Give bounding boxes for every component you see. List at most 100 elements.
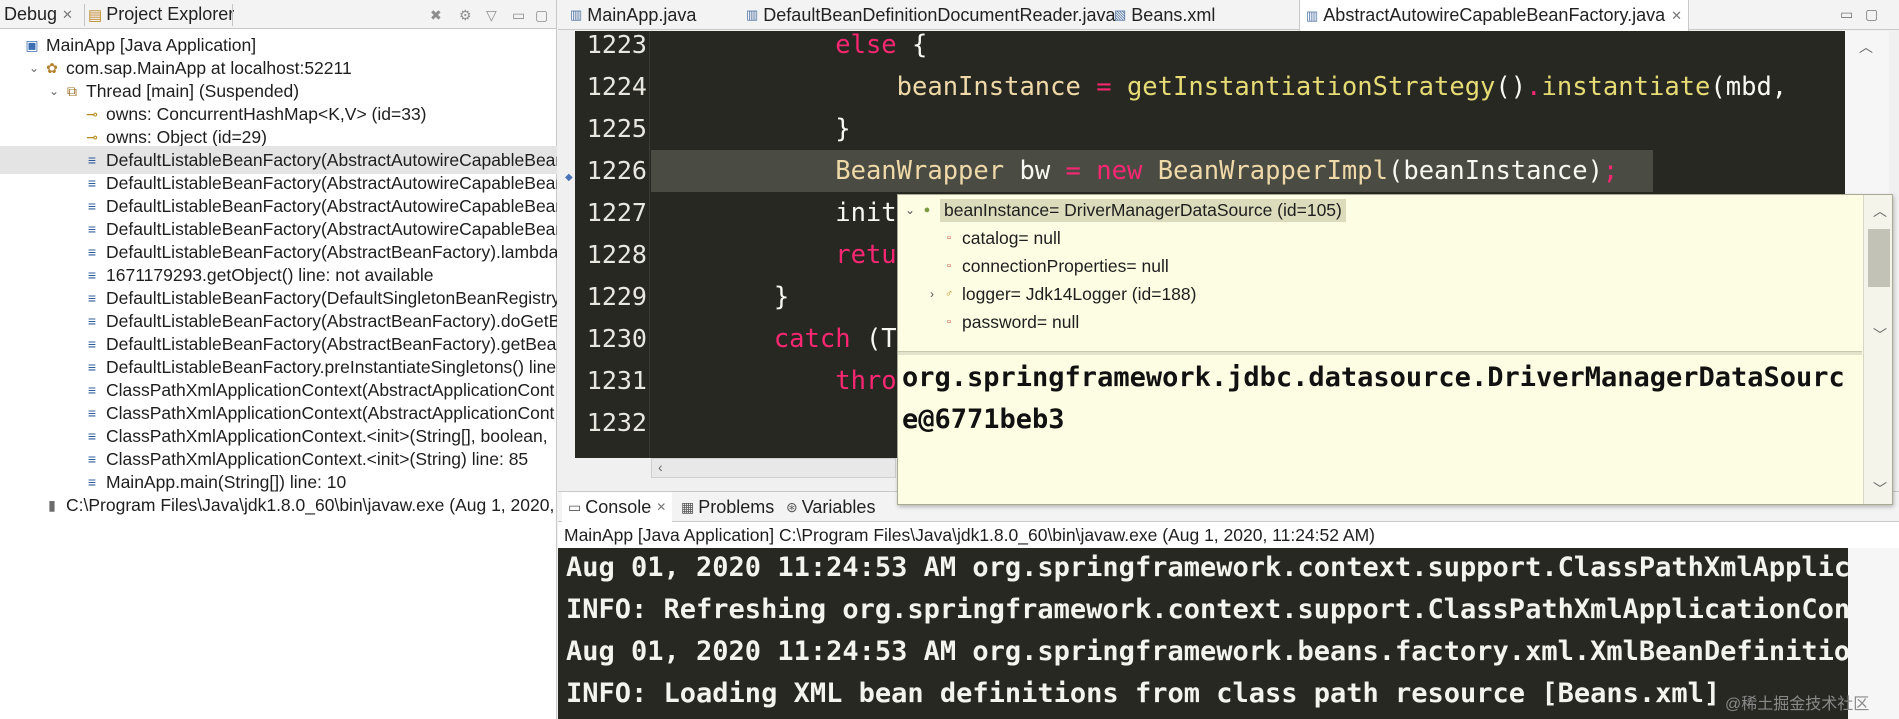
- tab-editor-file[interactable]: ▥ MainApp.java: [564, 0, 702, 30]
- tab-console[interactable]: ▭ Console ✕: [562, 492, 673, 522]
- popup-variable-row[interactable]: › ♂ logger= Jdk14Logger (id=188): [898, 280, 1196, 308]
- tab-separator: [84, 4, 85, 26]
- code-token: new: [1096, 156, 1143, 186]
- code-token: =: [1096, 72, 1112, 102]
- code-token: (): [1495, 72, 1527, 102]
- close-icon[interactable]: ✕: [1671, 8, 1682, 24]
- code-token: }: [651, 282, 790, 312]
- code-token: beanInstance: [896, 72, 1081, 102]
- debug-tree-row-label: ClassPathXmlApplicationContext.<init>(St…: [106, 448, 529, 469]
- stack-frame-icon: ≡: [87, 313, 97, 329]
- tab-debug-label: Debug: [4, 4, 58, 24]
- tab-editor-file-label: DefaultBeanDefinitionDocumentReader.java: [763, 4, 1116, 25]
- debug-panel-tabbar: Debug ✕ ▤ Project Explorer ✖ ⚙ ▽ ▭ ▢: [0, 0, 556, 29]
- problems-icon: ▦: [681, 498, 695, 515]
- line-number: 1223: [586, 31, 647, 59]
- tab-variables[interactable]: ⊛ Variables: [780, 492, 881, 522]
- console-process-label: MainApp [Java Application] C:\Program Fi…: [558, 522, 1899, 548]
- code-line: catch (T: [651, 318, 897, 360]
- instruction-pointer-icon: ◆: [565, 172, 573, 183]
- debug-tree-row-label: DefaultListableBeanFactory(AbstractBeanF…: [106, 241, 557, 262]
- maximize-icon[interactable]: ▢: [535, 7, 548, 24]
- tab-project-explorer-label: Project Explorer: [106, 4, 235, 24]
- popup-variable-label: password= null: [962, 311, 1080, 332]
- chevron-up-icon[interactable]: ︿: [1873, 201, 1887, 221]
- stack-frame-icon: ≡: [87, 267, 97, 283]
- popup-variable-row[interactable]: ▫ password= null: [898, 308, 1079, 336]
- minimize-icon[interactable]: ▭: [1840, 6, 1853, 23]
- debug-tree-row-label: 1671179293.getObject() line: not availab…: [106, 264, 434, 285]
- line-number: 1225: [586, 114, 647, 143]
- code-token: (beanInstance): [1387, 156, 1603, 186]
- popup-sash[interactable]: [898, 351, 1862, 355]
- tab-editor-file[interactable]: ▧ Beans.xml: [1108, 0, 1221, 30]
- line-number-gutter: 1223 1224 1225 1226 1227 1228 1229 1230 1231 1232: [575, 31, 650, 458]
- chevron-left-icon[interactable]: ‹: [658, 459, 663, 475]
- chevron-down-icon[interactable]: ⌄: [902, 203, 918, 217]
- chevron-right-icon[interactable]: ›: [924, 287, 940, 301]
- code-token: getInstantiationStrategy: [1126, 72, 1496, 102]
- debug-tree-row-label: DefaultListableBeanFactory(AbstractBeanF…: [106, 310, 557, 331]
- debug-tree-row[interactable]: ▮ C:\Program Files\Java\jdk1.8.0_60\bin\j…: [0, 491, 557, 519]
- code-token: retu: [835, 240, 897, 270]
- stack-frame-icon: ≡: [87, 359, 97, 375]
- code-token: thro: [835, 366, 897, 396]
- stack-frame-icon: ≡: [87, 290, 97, 306]
- java-file-icon: ▥: [570, 7, 583, 22]
- code-token: else: [835, 31, 897, 60]
- code-line: else {: [651, 31, 927, 66]
- debug-tree-row-label: DefaultListableBeanFactory(AbstractAutow…: [106, 195, 557, 216]
- process-icon: ▮: [48, 496, 56, 513]
- popup-scrollbar-thumb[interactable]: [1868, 229, 1890, 287]
- code-token: catch: [773, 324, 851, 354]
- view-menu-icon[interactable]: ⚙: [459, 7, 472, 24]
- minimize-icon[interactable]: ▭: [512, 7, 525, 24]
- chevron-down-icon[interactable]: ⌄: [46, 84, 62, 98]
- code-token: init: [651, 198, 897, 228]
- code-line: }: [651, 108, 851, 150]
- chevron-down-icon[interactable]: ▽: [486, 7, 497, 24]
- popup-detail-pane: org.springframework.jdbc.datasource.Driv…: [902, 362, 1845, 435]
- code-token: }: [651, 114, 851, 144]
- remove-terminated-icon[interactable]: ✖: [430, 7, 442, 24]
- close-icon[interactable]: ✕: [62, 7, 73, 23]
- debug-tree-row-label: ClassPathXmlApplicationContext(AbstractA…: [106, 402, 555, 423]
- popup-variable-row[interactable]: ▫ catalog= null: [898, 224, 1061, 252]
- tab-editor-file[interactable]: ▥ DefaultBeanDefinitionDocumentReader.jav…: [740, 0, 1122, 30]
- close-icon[interactable]: ✕: [656, 500, 666, 514]
- chevron-down-icon[interactable]: ﹀: [1873, 325, 1887, 345]
- stack-frame-icon: ≡: [87, 451, 97, 467]
- maximize-icon[interactable]: ▢: [1865, 6, 1878, 23]
- code-line: retu: [651, 234, 897, 276]
- current-line: BeanWrapper bw = new BeanWrapperImpl(bea…: [651, 150, 1653, 192]
- debug-tree-row-label: DefaultListableBeanFactory.preInstantiat…: [106, 356, 557, 377]
- popup-variable-row[interactable]: ⌄ ● beanInstance= DriverManagerDataSource …: [898, 196, 1346, 224]
- chevron-up-icon[interactable]: ︿: [1859, 37, 1873, 57]
- code-line: beanInstance = getInstantiationStrategy(…: [651, 66, 1788, 108]
- debug-tree-row-label: DefaultListableBeanFactory(AbstractBeanF…: [106, 333, 557, 354]
- chevron-down-icon[interactable]: ⌄: [26, 61, 42, 75]
- popup-variable-label: logger= Jdk14Logger (id=188): [962, 283, 1197, 304]
- horizontal-scrollbar[interactable]: ‹: [651, 458, 896, 478]
- tab-project-explorer[interactable]: ▤ Project Explorer: [88, 0, 234, 29]
- popup-scrollbar[interactable]: ︿ ﹀ ﹀: [1863, 195, 1892, 504]
- debug-target-icon: ✿: [46, 59, 58, 76]
- stack-frame-icon: ≡: [87, 244, 97, 260]
- console-output[interactable]: Aug 01, 2020 11:24:53 AM org.springframe…: [558, 548, 1848, 719]
- tab-debug[interactable]: Debug ✕: [4, 0, 73, 29]
- console-line: INFO: Refreshing org.springframework.con…: [566, 594, 1848, 625]
- tab-editor-file[interactable]: ▥ AbstractAutowireCapableBeanFactory.java…: [1299, 0, 1690, 31]
- java-file-icon: ▥: [1306, 7, 1319, 23]
- variable-hover-popup[interactable]: ⌄ ● beanInstance= DriverManagerDataSource …: [897, 194, 1893, 505]
- stack-frame-icon: ≡: [87, 405, 97, 421]
- chevron-down-icon[interactable]: ﹀: [1873, 479, 1887, 499]
- stack-frame-icon: ≡: [87, 175, 97, 191]
- popup-variable-row[interactable]: ▫ connectionProperties= null: [898, 252, 1169, 280]
- line-number: 1227: [586, 198, 647, 227]
- tab-problems[interactable]: ▦ Problems: [675, 492, 780, 522]
- debug-tree-row-label: com.sap.MainApp at localhost:52211: [66, 57, 352, 78]
